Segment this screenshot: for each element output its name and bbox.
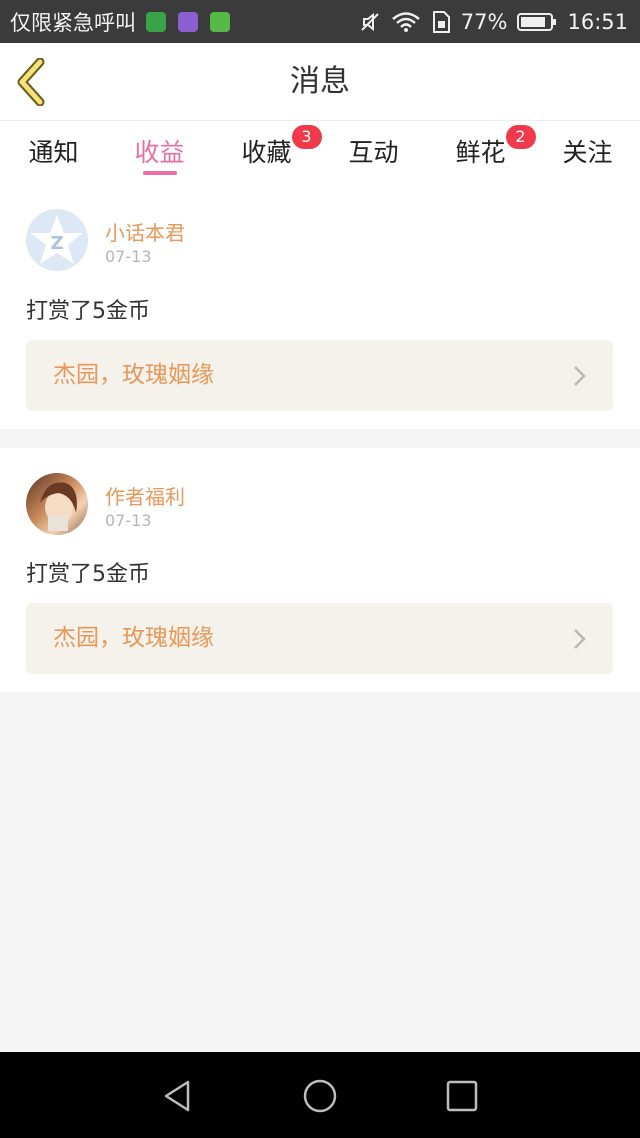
book-title: 杰园，玫瑰姻缘 (53, 625, 214, 651)
carrier-text: 仅限紧急呼叫 (10, 10, 136, 35)
tab-earnings[interactable]: 收益 (106, 121, 213, 189)
battery-percent: 77% (460, 9, 508, 34)
author-name[interactable]: 小话本君 (105, 217, 185, 246)
avatar-star-icon: Z (31, 215, 83, 264)
tab-bar: 通知 收益 收藏 3 互动 鲜花 2 关注 (0, 121, 640, 189)
message-text: 打赏了5金币 (26, 562, 150, 587)
unread-badge: 2 (505, 125, 536, 149)
status-bar: 仅限紧急呼叫 77% 16:51 (0, 0, 640, 43)
wifi-icon (391, 11, 420, 32)
nav-recents-shape (446, 1080, 478, 1112)
tab-label: 收藏 3 (241, 125, 322, 189)
author-name[interactable]: 作者福利 (105, 481, 185, 510)
svg-text:Z: Z (50, 233, 63, 254)
clock: 16:51 (567, 9, 628, 34)
recents-square-icon[interactable] (442, 1076, 482, 1116)
chevron-right-icon (574, 366, 586, 386)
tab-flowers[interactable]: 鲜花 2 (427, 121, 536, 189)
tab-favorites[interactable]: 收藏 3 (213, 121, 322, 189)
app-notify-green2-icon (210, 11, 230, 32)
tab-label-text: 收藏 (241, 138, 292, 167)
qq-default-avatar-icon[interactable]: Z (26, 209, 88, 271)
chevron-right-icon (574, 629, 586, 649)
active-tab-indicator (142, 171, 177, 175)
tab-interaction[interactable]: 互动 (320, 121, 427, 189)
tab-label: 收益 (134, 138, 185, 167)
tab-label: 互动 (348, 138, 399, 167)
nav-home-shape (303, 1079, 337, 1113)
anime-girl-avatar[interactable] (26, 473, 88, 535)
mute-icon (361, 12, 379, 31)
tab-follow[interactable]: 关注 (534, 121, 640, 189)
unread-badge: 3 (291, 125, 322, 149)
tab-label: 关注 (562, 138, 613, 167)
avatar-face-icon (40, 482, 77, 531)
back-triangle-icon[interactable] (158, 1076, 198, 1116)
message-date: 07-13 (105, 511, 152, 530)
book-link[interactable]: 杰园，玫瑰姻缘 (26, 340, 613, 411)
book-link[interactable]: 杰园，玫瑰姻缘 (26, 603, 613, 674)
message-text: 打赏了5金币 (26, 299, 150, 324)
message-date: 07-13 (105, 247, 152, 266)
tab-label: 通知 (28, 138, 79, 167)
system-nav-bar (0, 1052, 640, 1138)
book-title: 杰园，玫瑰姻缘 (53, 362, 214, 388)
message-card: Z 小话本君 07-13 打赏了5金币 杰园，玫瑰姻缘 (0, 189, 640, 429)
nav-back-shape (164, 1080, 190, 1112)
page-title: 消息 (290, 64, 350, 99)
app-notify-purple-icon (178, 11, 198, 32)
home-circle-icon[interactable] (300, 1076, 340, 1116)
app-header: 消息 (0, 43, 640, 121)
sim-icon (432, 10, 450, 33)
message-card: 作者福利 07-13 打赏了5金币 杰园，玫瑰姻缘 (0, 448, 640, 692)
tab-label-text: 鲜花 (455, 138, 506, 167)
tab-label: 鲜花 2 (455, 125, 536, 189)
tab-notice[interactable]: 通知 (0, 121, 107, 189)
app-notify-green-icon (146, 11, 166, 32)
battery-icon (517, 12, 557, 31)
